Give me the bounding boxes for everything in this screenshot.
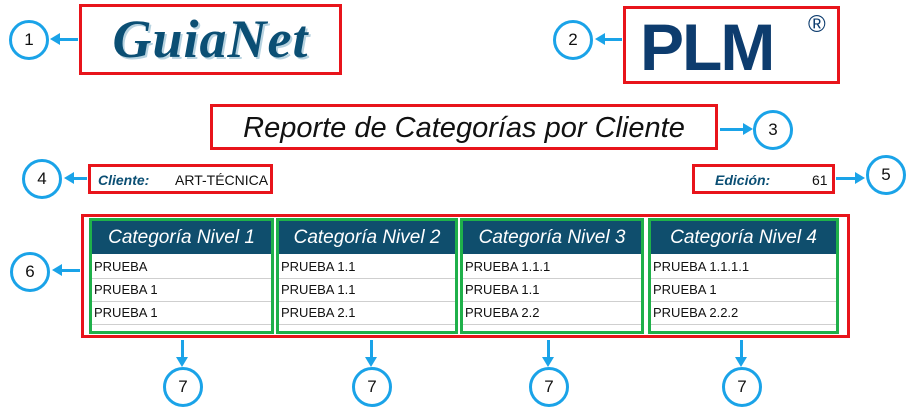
- callout-7: 7: [352, 367, 392, 407]
- arrow-right-icon: [855, 172, 865, 184]
- callout-connector: [603, 38, 622, 41]
- table-cell: PRUEBA 1: [92, 279, 271, 302]
- category-column-3: Categoría Nivel 3 PRUEBA 1.1.1 PRUEBA 1.…: [460, 218, 644, 334]
- arrow-left-icon: [52, 264, 62, 276]
- table-cell: PRUEBA 1.1.1: [463, 256, 641, 279]
- callout-7: 7: [163, 367, 203, 407]
- column-header: Categoría Nivel 3: [463, 221, 641, 254]
- callout-connector: [720, 128, 744, 131]
- registered-mark-icon: ®: [808, 11, 826, 38]
- client-label: Cliente:: [98, 172, 150, 188]
- callout-connector: [72, 177, 87, 180]
- guianet-logo: GuiaNet: [112, 9, 309, 69]
- table-cell: PRUEBA: [92, 256, 271, 279]
- callout-4: 4: [22, 159, 62, 199]
- callout-3: 3: [753, 110, 793, 150]
- column-header: Categoría Nivel 1: [92, 221, 271, 254]
- edition-label: Edición:: [715, 172, 771, 188]
- callout-1: 1: [9, 20, 49, 60]
- callout-connector: [370, 340, 373, 358]
- arrow-left-icon: [595, 33, 605, 45]
- guianet-logo-box: GuiaNet: [79, 4, 342, 75]
- callout-connector: [60, 269, 80, 272]
- client-box: Cliente: ART-TÉCNICA: [88, 164, 273, 194]
- column-header: Categoría Nivel 4: [651, 221, 836, 254]
- arrow-up-icon: [176, 357, 188, 367]
- arrow-up-icon: [365, 357, 377, 367]
- table-cell: PRUEBA 1.1: [279, 256, 455, 279]
- arrow-up-icon: [735, 357, 747, 367]
- arrow-up-icon: [542, 357, 554, 367]
- table-cell: PRUEBA 2.2.2: [651, 302, 836, 325]
- column-header: Categoría Nivel 2: [279, 221, 455, 254]
- category-column-1: Categoría Nivel 1 PRUEBA PRUEBA 1 PRUEBA…: [89, 218, 274, 334]
- arrow-left-icon: [64, 172, 74, 184]
- arrow-left-icon: [50, 33, 60, 45]
- table-cell: PRUEBA 1: [92, 302, 271, 325]
- callout-5: 5: [866, 155, 906, 195]
- plm-logo-box: PLM ®: [623, 6, 840, 84]
- plm-logo: PLM: [640, 10, 775, 84]
- edition-box: Edición: 61: [692, 164, 835, 194]
- report-title-box: Reporte de Categorías por Cliente: [210, 104, 718, 150]
- arrow-right-icon: [743, 123, 753, 135]
- category-column-4: Categoría Nivel 4 PRUEBA 1.1.1.1 PRUEBA …: [648, 218, 839, 334]
- callout-connector: [740, 340, 743, 358]
- callout-6: 6: [10, 252, 50, 292]
- table-cell: PRUEBA 2.1: [279, 302, 455, 325]
- callout-connector: [836, 177, 856, 180]
- table-cell: PRUEBA 1.1: [279, 279, 455, 302]
- callout-2: 2: [553, 20, 593, 60]
- table-cell: PRUEBA 1.1: [463, 279, 641, 302]
- callout-connector: [547, 340, 550, 358]
- callout-7: 7: [722, 367, 762, 407]
- table-cell: PRUEBA 2.2: [463, 302, 641, 325]
- table-cell: PRUEBA 1: [651, 279, 836, 302]
- report-title: Reporte de Categorías por Cliente: [243, 112, 685, 144]
- callout-connector: [181, 340, 184, 358]
- callout-7: 7: [529, 367, 569, 407]
- callout-connector: [58, 38, 78, 41]
- category-column-2: Categoría Nivel 2 PRUEBA 1.1 PRUEBA 1.1 …: [276, 218, 458, 334]
- client-value: ART-TÉCNICA: [175, 172, 269, 188]
- edition-value: 61: [812, 172, 828, 188]
- table-cell: PRUEBA 1.1.1.1: [651, 256, 836, 279]
